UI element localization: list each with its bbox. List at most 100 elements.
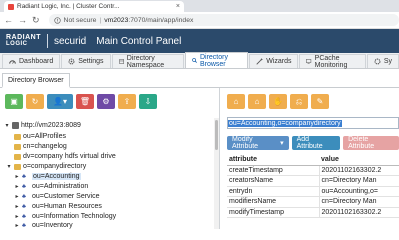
tree-node[interactable]: ou=AllProfiles <box>14 132 66 141</box>
close-tab-icon[interactable]: × <box>176 3 180 10</box>
expand-icon[interactable]: ▸ <box>14 203 20 210</box>
table-row[interactable]: creatorsName cn=Directory Man <box>227 175 399 187</box>
edit-button[interactable]: ✎ <box>311 94 329 109</box>
tab-label: Sy <box>383 58 392 65</box>
brand-logo: RADIANT LOGIC <box>6 34 41 48</box>
table-row[interactable]: entrydn ou=Accounting,o= <box>227 186 399 197</box>
namespace-icon <box>118 59 124 64</box>
import-button[interactable]: ⇪ <box>118 94 136 109</box>
browser-tab-strip: Radiant Logic, Inc. | Cluster Contr... × <box>0 0 399 12</box>
entry-panel: ⌂ ⌂ ✋ ⎌ ✎ ou=Accounting,o=companydirecto… <box>221 88 399 229</box>
home-alt-button[interactable]: ⌂ <box>248 94 266 109</box>
expand-icon[interactable]: ▸ <box>14 213 20 220</box>
modify-attribute-button[interactable]: Modify Attribute ▾ <box>227 136 289 150</box>
tab-settings[interactable]: Settings <box>61 54 111 68</box>
brand-line-2: LOGIC <box>6 41 28 47</box>
favicon-icon <box>8 3 14 10</box>
tree-node[interactable]: ▸ ♣ ou=Human Resources <box>14 202 101 211</box>
attribute-value: 20201102163302.2 <box>318 207 399 218</box>
dn-field[interactable]: ou=Accounting,o=companydirectory <box>227 117 399 129</box>
expand-icon[interactable]: ▾ <box>6 163 12 170</box>
tree-node-label: o=companydirectory <box>23 163 87 170</box>
tree-node[interactable]: ▸ ♣ ou=Customer Service <box>14 192 99 201</box>
tree-node-selected[interactable]: ▸ ♣ ou=Accounting <box>14 172 81 181</box>
entry-toolbar: ⌂ ⌂ ✋ ⎌ ✎ <box>227 94 329 109</box>
tree-node[interactable]: ▸ ♣ ou=Administration <box>14 182 88 191</box>
warning-icon <box>53 16 61 24</box>
expand-icon[interactable]: ▸ <box>14 173 20 180</box>
tab-directory-namespace[interactable]: Directory Namespace <box>111 54 184 69</box>
attribute-buttons: Modify Attribute ▾ Add Attribute Delete … <box>227 136 399 150</box>
tree-node-label: ou=Accounting <box>32 173 81 180</box>
header-divider <box>47 34 48 48</box>
button-label: Modify Attribute <box>232 136 259 150</box>
subtab-directory-browser[interactable]: Directory Browser <box>2 73 70 88</box>
attribute-name: entrydn <box>227 186 319 197</box>
ou-icon: ♣ <box>22 203 26 210</box>
reload-icon[interactable]: ↻ <box>32 15 40 26</box>
tree-scrollbar[interactable] <box>214 118 219 229</box>
table-row[interactable]: modifyTimestamp 20201102163302.2 <box>227 207 399 218</box>
table-header-row: attribute value <box>227 155 399 166</box>
tab-label: Settings <box>78 58 104 65</box>
back-icon[interactable]: ← <box>4 15 13 25</box>
table-row[interactable]: createTimestamp 20201102163302.2 <box>227 165 399 176</box>
tree-node-label: cn=changelog <box>23 143 67 150</box>
dashboard-icon <box>9 60 16 64</box>
tab-directory-browser[interactable]: Directory Browser <box>184 52 249 68</box>
attribute-value: 20201102163302.2 <box>318 165 399 176</box>
url-separator: | <box>99 16 102 24</box>
tab-label: Wizards <box>266 58 292 65</box>
ou-icon: ♣ <box>22 183 26 190</box>
address-bar-row: ← → ↻ Not secure | vm2023:7070/main/app/… <box>0 12 399 29</box>
tree-node-label: ou=Information Technology <box>32 213 117 220</box>
refresh-button[interactable]: ↻ <box>26 94 44 109</box>
attribute-table: attribute value createTimestamp 20201102… <box>227 155 399 218</box>
scrollbar-thumb[interactable] <box>215 120 218 150</box>
expand-icon[interactable]: ▸ <box>14 222 20 229</box>
home-button[interactable]: ⌂ <box>227 94 245 109</box>
tree-panel: ▣ ↻ 👤▾ 🗑 ⚙ ⇪ ⇩ ▾ http://vm2023:8089 ou=A… <box>0 88 220 229</box>
folder-icon <box>14 133 21 140</box>
tree-node[interactable]: ▾ http://vm2023:8089 <box>4 121 81 130</box>
url-bar[interactable]: Not secure | vm2023:7070/main/app/index <box>48 14 399 26</box>
forward-icon[interactable]: → <box>18 15 27 25</box>
folder-icon <box>14 153 21 160</box>
monitor-icon <box>306 59 312 64</box>
tab-pcache-monitoring[interactable]: PCache Monitoring <box>299 54 366 69</box>
column-header-attribute[interactable]: attribute <box>227 155 319 166</box>
chevron-down-icon: ▾ <box>280 140 284 147</box>
hand-button[interactable]: ✋ <box>269 94 287 109</box>
undo-button[interactable]: ⎌ <box>290 94 308 109</box>
main-tabs: Dashboard Settings Directory Namespace D… <box>0 52 399 69</box>
ou-icon: ♣ <box>22 193 26 200</box>
settings-button[interactable]: ⚙ <box>97 94 115 109</box>
tab-dashboard[interactable]: Dashboard <box>2 54 61 68</box>
ou-icon: ♣ <box>22 173 26 180</box>
tree-node[interactable]: dv=company hdfs virtual drive <box>14 152 116 161</box>
add-attribute-button[interactable]: Add Attribute <box>291 136 341 150</box>
delete-button[interactable]: 🗑 <box>76 94 94 109</box>
tab-wizards[interactable]: Wizards <box>249 54 299 68</box>
expand-icon[interactable]: ▸ <box>14 183 20 190</box>
browser-tab-title: Radiant Logic, Inc. | Cluster Contr... <box>17 3 120 10</box>
connect-button[interactable]: ▣ <box>5 94 23 109</box>
browser-tab[interactable]: Radiant Logic, Inc. | Cluster Contr... × <box>4 1 184 12</box>
attribute-value: ou=Accounting,o= <box>318 186 399 197</box>
tree-node-label: ou=AllProfiles <box>23 133 66 140</box>
delete-attribute-button[interactable]: Delete Attribute <box>343 136 399 150</box>
expand-icon[interactable]: ▸ <box>14 193 20 200</box>
tree-node-label: ou=Inventory <box>32 222 73 229</box>
add-entry-button[interactable]: 👤▾ <box>47 94 73 109</box>
expand-icon[interactable]: ▾ <box>4 122 10 129</box>
tree-node[interactable]: ▸ ♣ ou=Inventory <box>14 221 73 230</box>
tree-node[interactable]: ▾ o=companydirectory <box>6 162 86 171</box>
table-row[interactable]: modifiersName cn=Directory Man <box>227 196 399 208</box>
ou-icon: ♣ <box>22 222 26 229</box>
column-header-value[interactable]: value <box>319 155 399 166</box>
tab-system[interactable]: Sy <box>366 54 399 68</box>
tree-node[interactable]: ▸ ♣ ou=Information Technology <box>14 212 116 221</box>
export-button[interactable]: ⇩ <box>139 94 157 109</box>
tree-node[interactable]: cn=changelog <box>14 142 67 151</box>
attribute-name: creatorsName <box>227 175 319 187</box>
